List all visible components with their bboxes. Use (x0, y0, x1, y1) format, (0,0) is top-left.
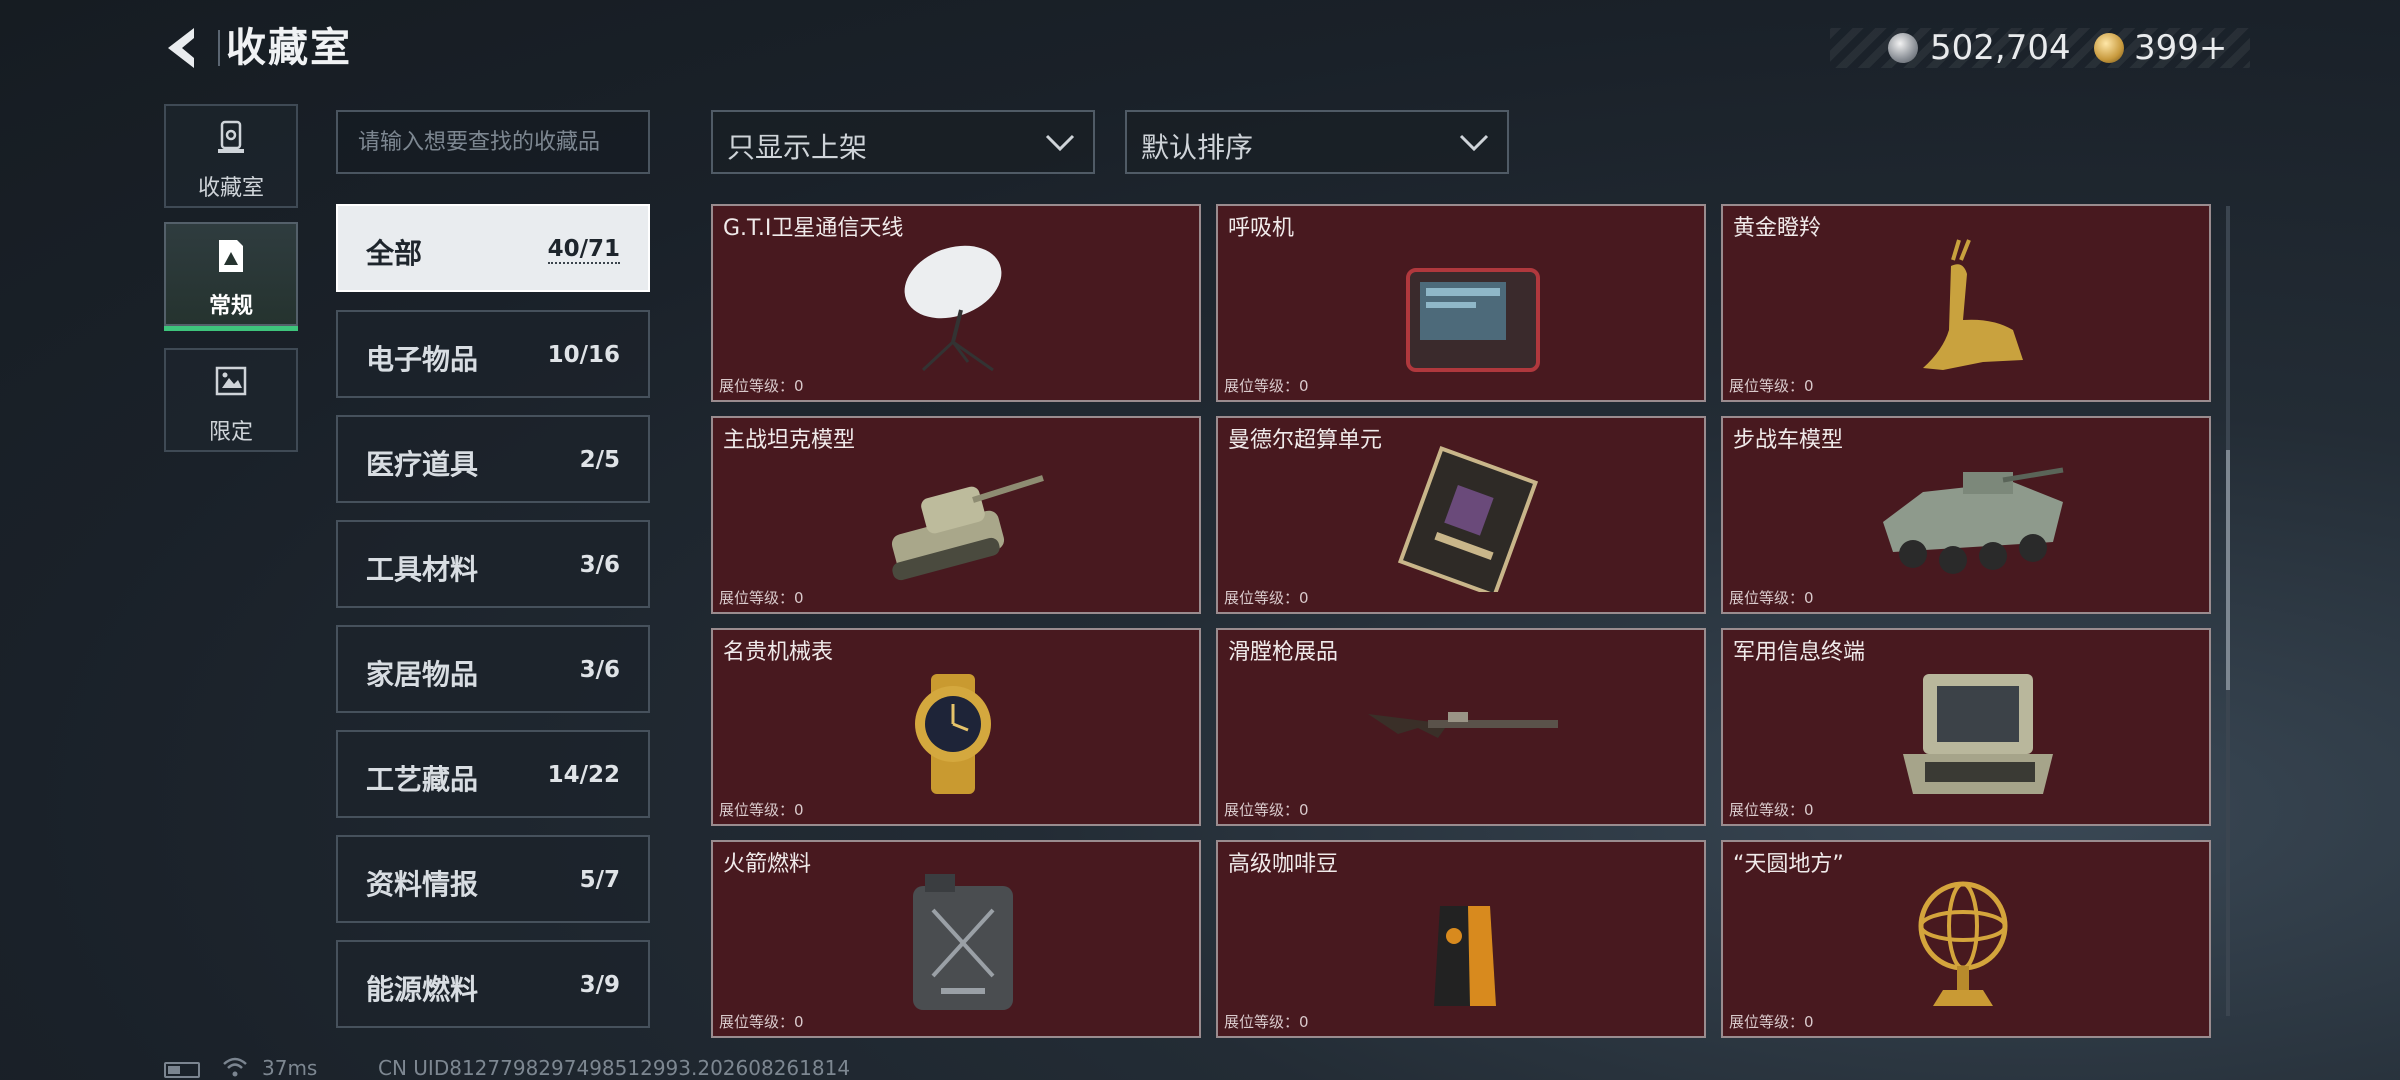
booth-level: 展位等级：0 (1729, 801, 1814, 819)
page-title: 收藏室 (226, 25, 352, 71)
wifi-icon (223, 1057, 247, 1077)
category-tools[interactable]: 工具材料 3/6 (336, 520, 650, 608)
back-button[interactable] (160, 22, 208, 74)
armillary-sphere-icon (1918, 881, 2008, 1006)
category-medical[interactable]: 医疗道具 2/5 (336, 415, 650, 503)
rocket-fuel-can-icon (913, 874, 1013, 1010)
collectible-card[interactable]: 军用信息终端 展位等级：0 (1721, 628, 2211, 826)
mode-tab-regular[interactable]: 常规 (164, 222, 298, 326)
luxury-watch-icon (915, 674, 991, 794)
category-count: 14/22 (547, 762, 620, 788)
collectible-card[interactable]: 高级咖啡豆 展位等级：0 (1216, 840, 1706, 1038)
collectible-card[interactable]: “天圆地方” 展位等级：0 (1721, 840, 2211, 1038)
mode-tab-label: 常规 (208, 294, 253, 319)
booth-level: 展位等级：0 (1729, 1013, 1814, 1031)
category-crafts[interactable]: 工艺藏品 14/22 (336, 730, 650, 818)
item-name: 火箭燃料 (723, 852, 812, 877)
collection-room-icon (218, 120, 244, 153)
category-label: 资料情报 (366, 868, 479, 901)
booth-level: 展位等级：0 (1224, 801, 1309, 819)
collectible-card[interactable]: 火箭燃料 展位等级：0 (711, 840, 1201, 1038)
collectible-card[interactable]: 滑膛枪展品 展位等级：0 (1216, 628, 1706, 826)
category-label: 工具材料 (366, 553, 479, 586)
ventilator-icon (1406, 268, 1540, 372)
item-name: 名贵机械表 (723, 640, 834, 665)
infantry-vehicle-model-icon (1883, 467, 2064, 574)
back-arrow-icon (168, 28, 194, 68)
category-fuel[interactable]: 能源燃料 3/9 (336, 940, 650, 1028)
ping-text: 37ms (262, 1056, 318, 1080)
mode-tab-collection-room[interactable]: 收藏室 (164, 104, 298, 208)
category-count: 2/5 (579, 447, 620, 473)
golden-gazelle-icon (1923, 239, 2023, 370)
category-electronics[interactable]: 电子物品 10/16 (336, 310, 650, 398)
regular-image-icon (219, 240, 243, 272)
search-input[interactable] (336, 110, 650, 174)
item-name: 军用信息终端 (1733, 640, 1866, 665)
category-label: 医疗道具 (366, 448, 479, 481)
supercomputer-unit-icon (1397, 445, 1539, 592)
silver-coin-icon (1888, 33, 1918, 63)
sort-dropdown[interactable]: 默认排序 (1125, 110, 1509, 174)
category-intel[interactable]: 资料情报 5/7 (336, 835, 650, 923)
coffee-bean-bag-icon (1434, 906, 1496, 1006)
gold-coin-balance[interactable]: 399+ (2134, 24, 2227, 72)
category-count: 40/71 (547, 236, 620, 264)
gold-coin-icon (2094, 33, 2124, 63)
mode-tab-label: 限定 (208, 420, 253, 445)
collectible-card[interactable]: 主战坦克模型 展位等级：0 (711, 416, 1201, 614)
dropdown-selected-value: 默认排序 (1141, 131, 1254, 164)
category-count: 3/9 (579, 972, 620, 998)
item-name: 高级咖啡豆 (1228, 852, 1339, 877)
title-divider (218, 30, 220, 66)
dropdown-selected-value: 只显示上架 (727, 131, 868, 164)
category-count: 3/6 (579, 552, 620, 578)
limited-image-icon (215, 366, 247, 396)
booth-level: 展位等级：0 (1729, 377, 1814, 395)
category-count: 10/16 (547, 342, 620, 368)
collectible-card[interactable]: 黄金瞪羚 展位等级：0 (1721, 204, 2211, 402)
satellite-antenna-icon (904, 245, 1002, 372)
category-label: 电子物品 (366, 343, 479, 376)
category-all[interactable]: 全部 40/71 (336, 204, 650, 292)
item-name: 主战坦克模型 (723, 428, 856, 453)
booth-level: 展位等级：0 (719, 589, 804, 607)
item-name: 呼吸机 (1228, 216, 1295, 241)
category-label: 工艺藏品 (366, 763, 479, 796)
collectible-card[interactable]: 曼德尔超算单元 展位等级：0 (1216, 416, 1706, 614)
musket-icon (1368, 712, 1558, 738)
uid-text: CN UID8127798297498512993.202608261814 (378, 1056, 851, 1080)
military-terminal-icon (1903, 674, 2053, 794)
item-name: 黄金瞪羚 (1733, 216, 1822, 241)
item-name: “天圆地方” (1733, 852, 1844, 877)
mode-tab-limited[interactable]: 限定 (164, 348, 298, 452)
booth-level: 展位等级：0 (719, 377, 804, 395)
category-household[interactable]: 家居物品 3/6 (336, 625, 650, 713)
booth-level: 展位等级：0 (1224, 1013, 1309, 1031)
category-count: 5/7 (579, 867, 620, 893)
category-count: 3/6 (579, 657, 620, 683)
mode-tab-label: 收藏室 (197, 176, 264, 201)
booth-level: 展位等级：0 (1224, 589, 1309, 607)
booth-level: 展位等级：0 (719, 801, 804, 819)
booth-level: 展位等级：0 (719, 1013, 804, 1031)
booth-level: 展位等级：0 (1224, 377, 1309, 395)
category-label: 家居物品 (366, 658, 479, 691)
collectible-card[interactable]: 步战车模型 展位等级：0 (1721, 416, 2211, 614)
battery-level (168, 1066, 180, 1074)
availability-filter-dropdown[interactable]: 只显示上架 (711, 110, 1095, 174)
booth-level: 展位等级：0 (1729, 589, 1814, 607)
active-tab-indicator (164, 326, 298, 331)
category-label: 能源燃料 (366, 973, 479, 1006)
tank-model-icon (891, 475, 1044, 581)
category-label: 全部 (366, 237, 423, 270)
item-name: 步战车模型 (1733, 428, 1844, 453)
collectible-card[interactable]: 名贵机械表 展位等级：0 (711, 628, 1201, 826)
silver-coin-balance: 502,704 (1930, 28, 2071, 68)
scrollbar-thumb[interactable] (2226, 450, 2230, 690)
chevron-down-icon (1045, 134, 1075, 152)
chevron-down-icon (1459, 134, 1489, 152)
collectible-card[interactable]: G.T.I卫星通信天线 展位等级：0 (711, 204, 1201, 402)
collectible-card[interactable]: 呼吸机 展位等级：0 (1216, 204, 1706, 402)
